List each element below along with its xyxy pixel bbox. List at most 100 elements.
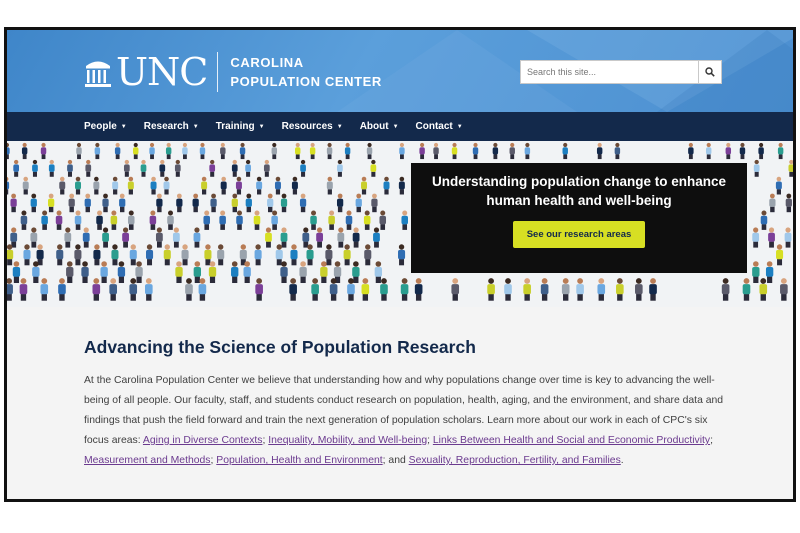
crowd-person <box>302 227 310 248</box>
focus-link-health-economic[interactable]: Links Between Health and Social and Econ… <box>433 435 710 446</box>
crowd-person <box>363 210 371 230</box>
crowd-person <box>22 176 29 195</box>
crowd-person <box>400 278 409 301</box>
crowd-person <box>306 244 314 266</box>
search-form <box>520 60 722 84</box>
crowd-person <box>325 244 333 266</box>
crowd-person <box>193 227 201 248</box>
crowd-person <box>320 261 328 284</box>
crowd-person <box>111 244 119 266</box>
crowd-person <box>326 142 333 160</box>
crowd-person <box>337 159 343 177</box>
crowd-person <box>219 210 226 230</box>
chevron-down-icon: ▼ <box>258 123 265 130</box>
crowd-person <box>614 142 621 160</box>
crowd-person <box>10 193 17 213</box>
crowd-person <box>739 142 746 160</box>
crowd-person <box>373 227 380 248</box>
crowd-person <box>20 210 28 230</box>
chevron-down-icon: ▼ <box>392 123 399 130</box>
crowd-person <box>383 176 390 195</box>
focus-link-environment[interactable]: Population, Health and Environment <box>216 455 382 466</box>
crowd-person <box>231 193 238 213</box>
crowd-person <box>291 176 298 195</box>
crowd-person <box>336 193 344 213</box>
crowd-person <box>235 176 242 195</box>
crowd-person <box>163 244 171 266</box>
crowd-person <box>451 278 460 301</box>
crowd-person <box>7 278 13 301</box>
crowd-person <box>129 244 137 266</box>
crowd-person <box>163 176 170 195</box>
nav-resources[interactable]: Resources ▼ <box>282 121 343 132</box>
crowd-person <box>13 159 20 177</box>
crowd-person <box>280 227 288 248</box>
crowd-person <box>48 193 55 213</box>
crowd-person <box>245 159 251 177</box>
nav-contact[interactable]: Contact ▼ <box>416 121 463 132</box>
logo-divider <box>217 52 219 92</box>
crowd-person <box>343 244 351 266</box>
crowd-person <box>253 210 261 230</box>
nav-research[interactable]: Research ▼ <box>144 121 199 132</box>
crowd-person <box>167 210 174 230</box>
center-name: CAROLINA POPULATION CENTER <box>230 53 382 91</box>
crowd-person <box>299 193 307 213</box>
crowd-person <box>328 210 335 230</box>
research-areas-button[interactable]: See our research areas <box>512 221 646 248</box>
nav-people[interactable]: People ▼ <box>84 121 127 132</box>
hero-title: Understanding population change to enhan… <box>431 174 726 208</box>
crowd-person <box>75 176 82 195</box>
crowd-person <box>220 142 226 160</box>
crowd-person <box>765 261 774 284</box>
nav-about[interactable]: About ▼ <box>360 121 399 132</box>
period: . <box>620 455 624 466</box>
crowd-person <box>174 159 181 177</box>
crowd-person <box>76 142 82 160</box>
focus-link-inequality[interactable]: Inequality, Mobility, and Well-being <box>268 435 427 446</box>
crowd-person <box>289 278 297 301</box>
crowd-person <box>92 278 101 301</box>
focus-link-measurement[interactable]: Measurement and Methods <box>84 455 211 466</box>
unc-logo[interactable]: UNC CAROLINA POPULATION CENTER <box>84 52 382 92</box>
crowd-person <box>721 278 730 301</box>
focus-link-families[interactable]: Sexuality, Reproduction, Fertility, and … <box>409 455 621 466</box>
crowd-person <box>784 227 792 248</box>
crowd-person <box>41 210 48 230</box>
crowd-person <box>55 210 63 230</box>
crowd-person <box>19 278 28 301</box>
crowd-person <box>597 278 606 301</box>
crowd-person <box>788 159 793 177</box>
crowd-person <box>760 210 768 230</box>
nav-training[interactable]: Training ▼ <box>216 121 265 132</box>
crowd-person <box>705 142 712 160</box>
crowd-person <box>337 227 345 248</box>
crowd-person <box>40 142 47 160</box>
hero-callout: Understanding population change to enhan… <box>411 163 747 273</box>
chevron-down-icon: ▼ <box>120 123 127 130</box>
crowd-person <box>176 193 183 213</box>
crowd-person <box>267 193 274 213</box>
crowd-person <box>352 227 360 248</box>
crowd-person <box>201 176 208 195</box>
focus-link-aging[interactable]: Aging in Diverse Contexts <box>143 435 263 446</box>
center-name-line2: POPULATION CENTER <box>230 74 382 89</box>
crowd-person <box>10 227 18 248</box>
crowd-person <box>576 278 584 301</box>
crowd-person <box>30 193 37 213</box>
crowd-person <box>752 261 760 284</box>
crowd-person <box>208 261 217 284</box>
crowd-person <box>156 193 163 213</box>
crowd-person <box>133 142 139 160</box>
crowd-person <box>217 244 225 266</box>
crowd-person <box>371 193 378 213</box>
crowd-person <box>299 261 307 284</box>
crowd-person <box>185 278 193 301</box>
search-input[interactable] <box>520 60 698 84</box>
search-button[interactable] <box>698 60 722 84</box>
crowd-person <box>649 278 657 301</box>
crowd-person <box>7 176 10 195</box>
crowd-person <box>7 142 10 160</box>
crowd-person <box>752 227 760 248</box>
crowd-person <box>596 142 603 160</box>
